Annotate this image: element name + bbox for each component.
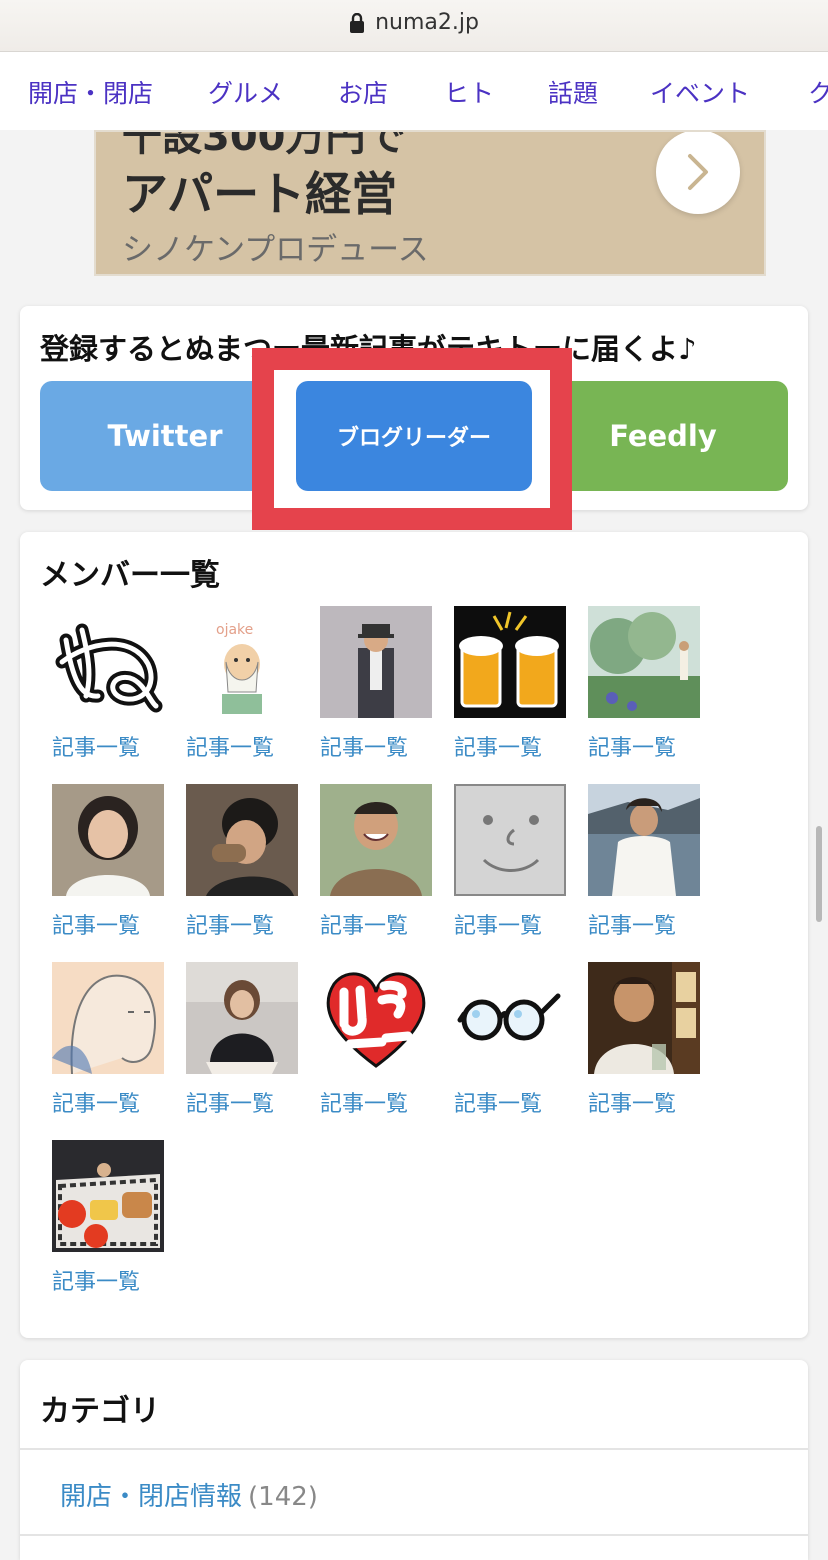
feedly-button[interactable]: Feedly — [538, 381, 788, 491]
page-scrollbar[interactable] — [816, 826, 822, 922]
member-item: 記事一覧 — [588, 962, 700, 1118]
member-articles-link[interactable]: 記事一覧 — [186, 1086, 298, 1118]
member-articles-link[interactable]: 記事一覧 — [52, 730, 164, 762]
member-item: 記事一覧 — [588, 784, 700, 940]
member-articles-link[interactable]: 記事一覧 — [588, 730, 700, 762]
member-item: ojake 記事一覧 — [186, 606, 298, 762]
member-item: 記事一覧 — [52, 1140, 164, 1296]
ad-sponsor: シノケンプロデュース — [122, 232, 429, 268]
address-bar[interactable]: numa2.jp — [0, 0, 828, 52]
nav-item-people[interactable]: ヒト — [444, 74, 494, 110]
nav-item-topics[interactable]: 話題 — [548, 74, 598, 110]
ad-banner[interactable]: 千設300万円で アパート経営 シノケンプロデュース — [94, 130, 766, 276]
member-item: 記事一覧 — [186, 962, 298, 1118]
category-item-label[interactable]: 開店・閉店情報 — [60, 1482, 242, 1512]
member-articles-link[interactable]: 記事一覧 — [454, 1086, 566, 1118]
man-laughing-photo-avatar[interactable] — [320, 784, 432, 896]
category-heading: カテゴリ — [40, 1394, 160, 1429]
member-articles-link[interactable]: 記事一覧 — [320, 1086, 432, 1118]
member-articles-link[interactable]: 記事一覧 — [52, 1086, 164, 1118]
glasses-icon[interactable] — [454, 962, 566, 1074]
member-articles-link[interactable]: 記事一覧 — [52, 1264, 164, 1296]
members-card: メンバー一覧 記事一覧 ojake 記事一覧 記事一覧 記事一覧 記事一覧 記事… — [20, 532, 808, 1338]
svg-text:ojake: ojake — [216, 622, 253, 638]
nav-item-shop[interactable]: お店 — [338, 74, 388, 110]
url-text: numa2.jp — [375, 10, 479, 35]
divider — [20, 1448, 808, 1450]
nav-item-openclose[interactable]: 開店・閉店 — [28, 74, 153, 110]
member-item: 記事一覧 — [454, 606, 566, 762]
member-item: 記事一覧 — [320, 962, 432, 1118]
ghost-illustration-avatar[interactable] — [52, 962, 164, 1074]
member-item: 記事一覧 — [52, 606, 164, 762]
chevron-right-icon — [688, 154, 708, 190]
woman-smiling-photo-avatar[interactable] — [52, 784, 164, 896]
nav-item-events[interactable]: イベント — [650, 74, 750, 110]
member-item: 記事一覧 — [320, 784, 432, 940]
member-articles-link[interactable]: 記事一覧 — [186, 908, 298, 940]
smiley-face-icon[interactable] — [454, 784, 566, 896]
category-item-count: (142) — [248, 1482, 318, 1512]
member-articles-link[interactable]: 記事一覧 — [320, 730, 432, 762]
category-nav: 開店・閉店 グルメ お店 ヒト 話題 イベント ク — [0, 52, 828, 130]
man-bar-photo-avatar[interactable] — [588, 962, 700, 1074]
member-item: 記事一覧 — [454, 962, 566, 1118]
ad-arrow-button[interactable] — [656, 132, 740, 214]
lock-icon — [350, 12, 365, 33]
nu-logo-avatar[interactable] — [52, 606, 164, 718]
man-eating-photo-avatar[interactable] — [186, 784, 298, 896]
ojisan-illustration-avatar[interactable]: ojake — [186, 606, 298, 718]
member-articles-link[interactable]: 記事一覧 — [186, 730, 298, 762]
woman-seaside-photo-avatar[interactable] — [588, 784, 700, 896]
member-articles-link[interactable]: 記事一覧 — [52, 908, 164, 940]
hiraku-logo-avatar[interactable] — [320, 962, 432, 1074]
member-item: 記事一覧 — [320, 606, 432, 762]
beer-mugs-avatar[interactable] — [454, 606, 566, 718]
member-item: 記事一覧 — [186, 784, 298, 940]
green-field-photo-avatar[interactable] — [588, 606, 700, 718]
member-item: 記事一覧 — [454, 784, 566, 940]
member-articles-link[interactable]: 記事一覧 — [454, 730, 566, 762]
ad-title: アパート経営 — [122, 167, 398, 221]
member-articles-link[interactable]: 記事一覧 — [588, 908, 700, 940]
member-articles-link[interactable]: 記事一覧 — [454, 908, 566, 940]
member-articles-link[interactable]: 記事一覧 — [588, 1086, 700, 1118]
hat-man-photo-avatar[interactable] — [320, 606, 432, 718]
food-plate-photo-avatar[interactable] — [52, 1140, 164, 1252]
nav-item-more[interactable]: ク — [808, 74, 828, 110]
category-card: カテゴリ 開店・閉店情報 (142) — [20, 1360, 808, 1560]
member-item: 記事一覧 — [588, 606, 700, 762]
woman-sitting-photo-avatar[interactable] — [186, 962, 298, 1074]
member-articles-link[interactable]: 記事一覧 — [320, 908, 432, 940]
divider — [20, 1534, 808, 1536]
nav-item-gourmet[interactable]: グルメ — [208, 74, 283, 110]
member-item: 記事一覧 — [52, 962, 164, 1118]
member-item: 記事一覧 — [52, 784, 164, 940]
members-heading: メンバー一覧 — [40, 558, 220, 593]
category-item-openclose[interactable]: 開店・閉店情報 (142) — [60, 1476, 318, 1513]
blogreader-button[interactable]: ブログリーダー — [296, 381, 532, 491]
